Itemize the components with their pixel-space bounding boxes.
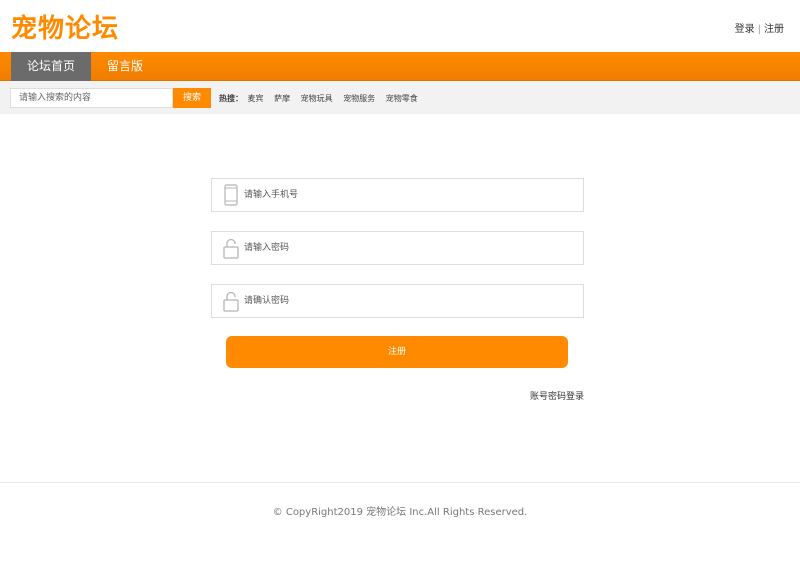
header: 宠物论坛 登录 | 注册 [0, 0, 800, 52]
lock-icon [223, 291, 239, 312]
password-field[interactable] [211, 231, 584, 265]
search-bar: 搜索 热搜： 麦宾 萨摩 宠物玩具 宠物服务 宠物零食 [0, 81, 800, 114]
register-link-top[interactable]: 注册 [764, 24, 784, 35]
password-input[interactable] [244, 233, 574, 263]
confirm-password-input[interactable] [244, 286, 574, 316]
password-login-link[interactable]: 账号密码登录 [530, 389, 584, 402]
hot-search-item[interactable]: 宠物服务 [343, 94, 375, 103]
main-nav: 论坛首页 留言版 [0, 52, 800, 81]
nav-item-forum-home[interactable]: 论坛首页 [11, 52, 91, 81]
hot-search-label: 热搜： [219, 94, 243, 103]
site-logo[interactable]: 宠物论坛 [11, 8, 119, 45]
register-button[interactable]: 注册 [226, 336, 568, 368]
hot-search-item[interactable]: 麦宾 [248, 94, 264, 103]
phone-field[interactable] [211, 178, 584, 212]
hot-searches: 热搜： 麦宾 萨摩 宠物玩具 宠物服务 宠物零食 [219, 93, 426, 104]
confirm-password-field[interactable] [211, 284, 584, 318]
footer-divider [0, 482, 800, 483]
hot-search-item[interactable]: 宠物玩具 [301, 94, 333, 103]
search-button[interactable]: 搜索 [173, 88, 211, 108]
nav-item-message-board[interactable]: 留言版 [91, 52, 159, 81]
search-input[interactable] [10, 88, 173, 108]
lock-icon [223, 238, 239, 259]
hot-search-item[interactable]: 宠物零食 [386, 94, 418, 103]
login-link-top[interactable]: 登录 [735, 24, 755, 35]
copyright-text: © CopyRight2019 宠物论坛 Inc.All Rights Rese… [272, 507, 528, 518]
hot-search-item[interactable]: 萨摩 [274, 94, 290, 103]
mobile-phone-icon [224, 184, 238, 206]
auth-separator: | [757, 24, 761, 35]
auth-links: 登录 | 注册 [735, 20, 784, 35]
phone-input[interactable] [244, 180, 574, 210]
